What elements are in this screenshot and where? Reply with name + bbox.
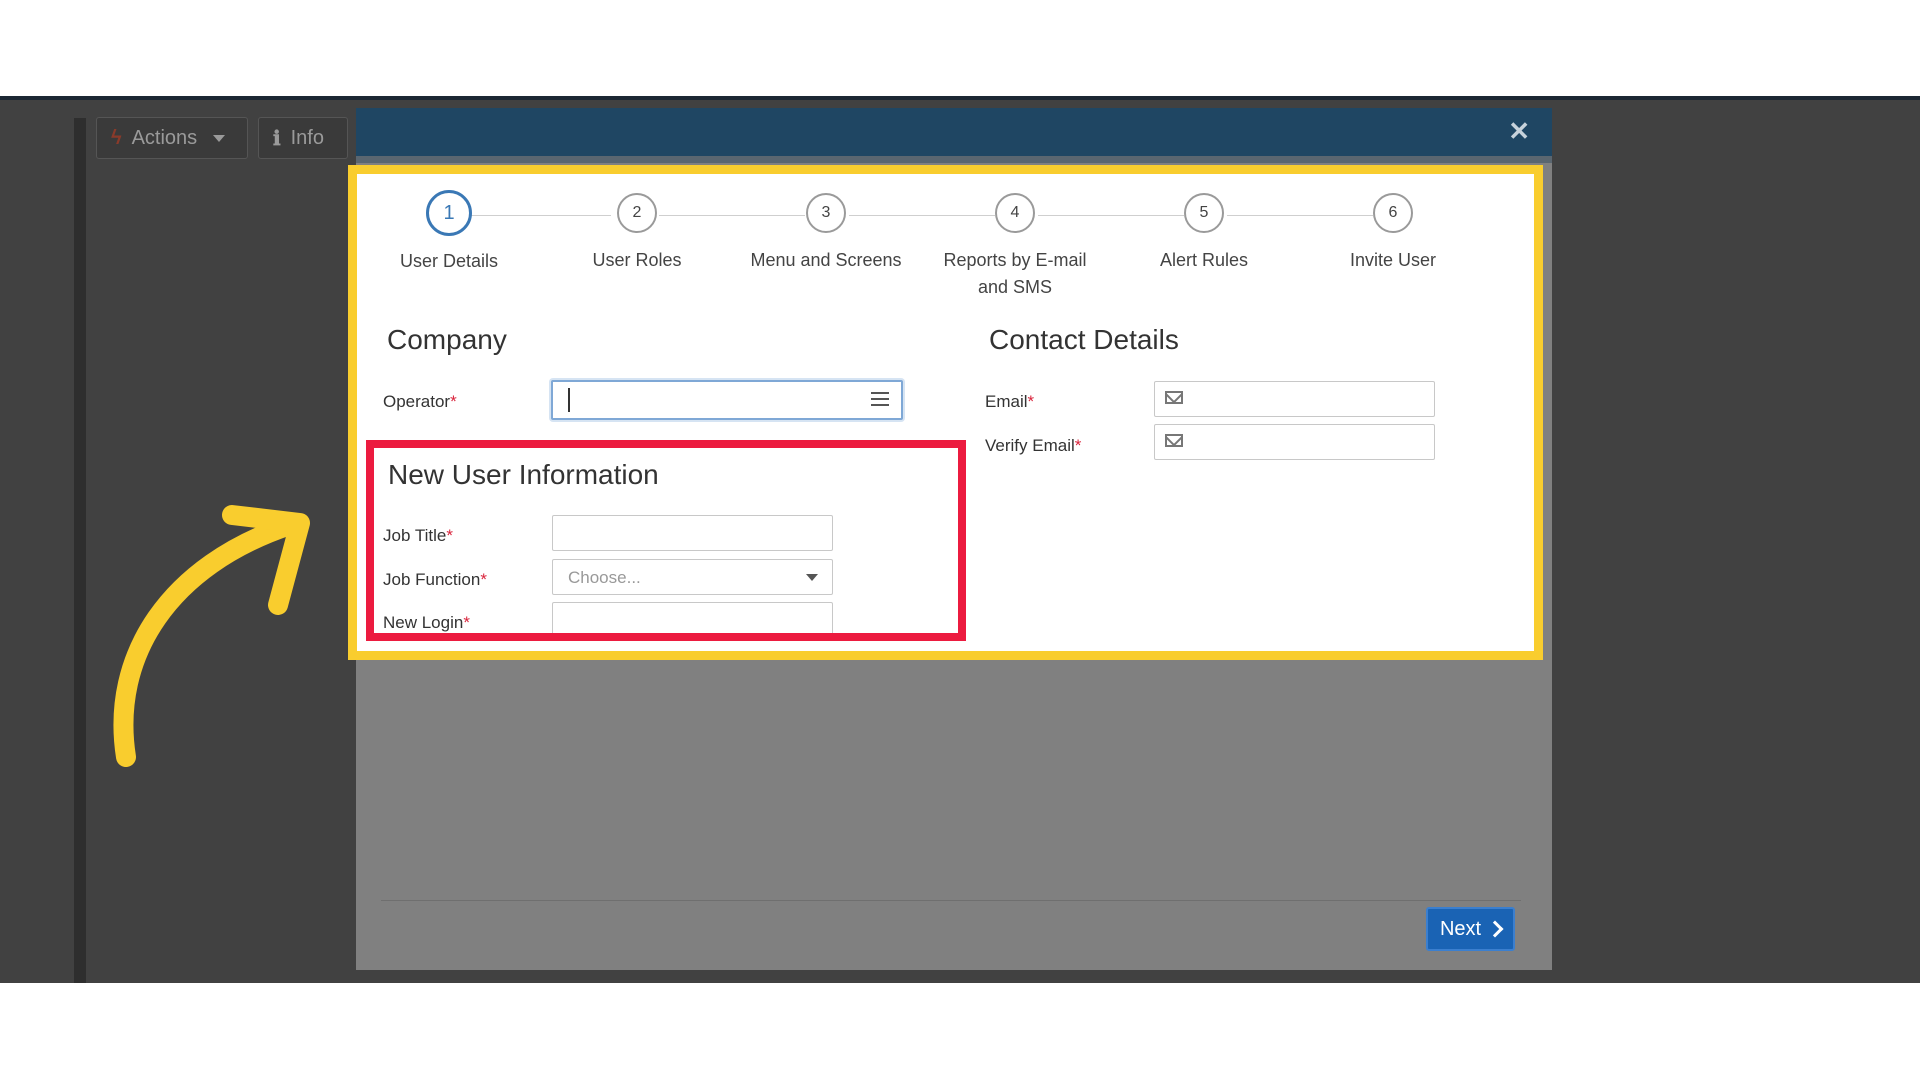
list-icon[interactable] (871, 392, 889, 406)
step-label: Menu and Screens (750, 250, 902, 270)
info-label: Info (290, 126, 324, 149)
actions-label: Actions (131, 126, 198, 149)
company-title: Company (387, 324, 507, 355)
step-label: User Details (399, 251, 499, 271)
app-top-border (0, 96, 1920, 100)
mail-icon (1165, 391, 1183, 404)
mail-icon (1165, 434, 1183, 447)
email-label: Email* (985, 392, 1034, 412)
verify-email-label: Verify Email* (985, 436, 1081, 456)
next-label: Next (1439, 917, 1482, 940)
left-sidebar-strip (74, 118, 86, 983)
modal-footer-divider (381, 900, 1521, 901)
info-button[interactable]: ℹ Info (258, 117, 348, 159)
modal-header-divider (356, 156, 1552, 163)
new-user-info-highlight (366, 440, 966, 641)
required-marker: * (450, 392, 457, 411)
step-label: Alert Rules (1159, 250, 1249, 270)
step-number: 5 (1184, 193, 1224, 233)
step-user-details[interactable]: 1 User Details (359, 190, 539, 275)
contact-details-title: Contact Details (989, 324, 1179, 355)
step-invite-user[interactable]: 6 Invite User (1303, 193, 1483, 274)
curved-arrow-icon (113, 505, 310, 767)
text-cursor (568, 388, 570, 412)
verify-email-input[interactable] (1154, 424, 1435, 460)
required-marker: * (1074, 436, 1082, 455)
email-label-text: Email (985, 392, 1028, 411)
info-icon: ℹ (273, 127, 281, 150)
step-label: Reports by E-mail and SMS (943, 250, 1087, 297)
close-icon[interactable]: ✕ (1508, 118, 1530, 144)
operator-label: Operator* (383, 392, 457, 412)
step-number: 1 (426, 190, 472, 236)
operator-label-text: Operator (383, 392, 451, 411)
step-menu-and-screens[interactable]: 3 Menu and Screens (736, 193, 916, 274)
chevron-right-icon (1486, 920, 1504, 938)
required-marker: * (1027, 392, 1035, 411)
bolt-icon: ϟ (111, 126, 122, 149)
step-label: User Roles (592, 250, 682, 270)
step-alert-rules[interactable]: 5 Alert Rules (1114, 193, 1294, 274)
step-number: 4 (995, 193, 1035, 233)
step-user-roles[interactable]: 2 User Roles (547, 193, 727, 274)
step-reports-by-email-sms[interactable]: 4 Reports by E-mail and SMS (925, 193, 1105, 301)
next-button[interactable]: Next (1426, 907, 1515, 951)
operator-input[interactable] (551, 380, 903, 420)
step-number: 2 (617, 193, 657, 233)
modal-header: ✕ (356, 108, 1552, 156)
step-number: 6 (1373, 193, 1413, 233)
verify-email-label-text: Verify Email (985, 436, 1075, 455)
email-input[interactable] (1154, 381, 1435, 417)
caret-down-icon (213, 134, 226, 142)
step-number: 3 (806, 193, 846, 233)
actions-button[interactable]: ϟ Actions (96, 117, 248, 159)
step-label: Invite User (1349, 250, 1437, 270)
